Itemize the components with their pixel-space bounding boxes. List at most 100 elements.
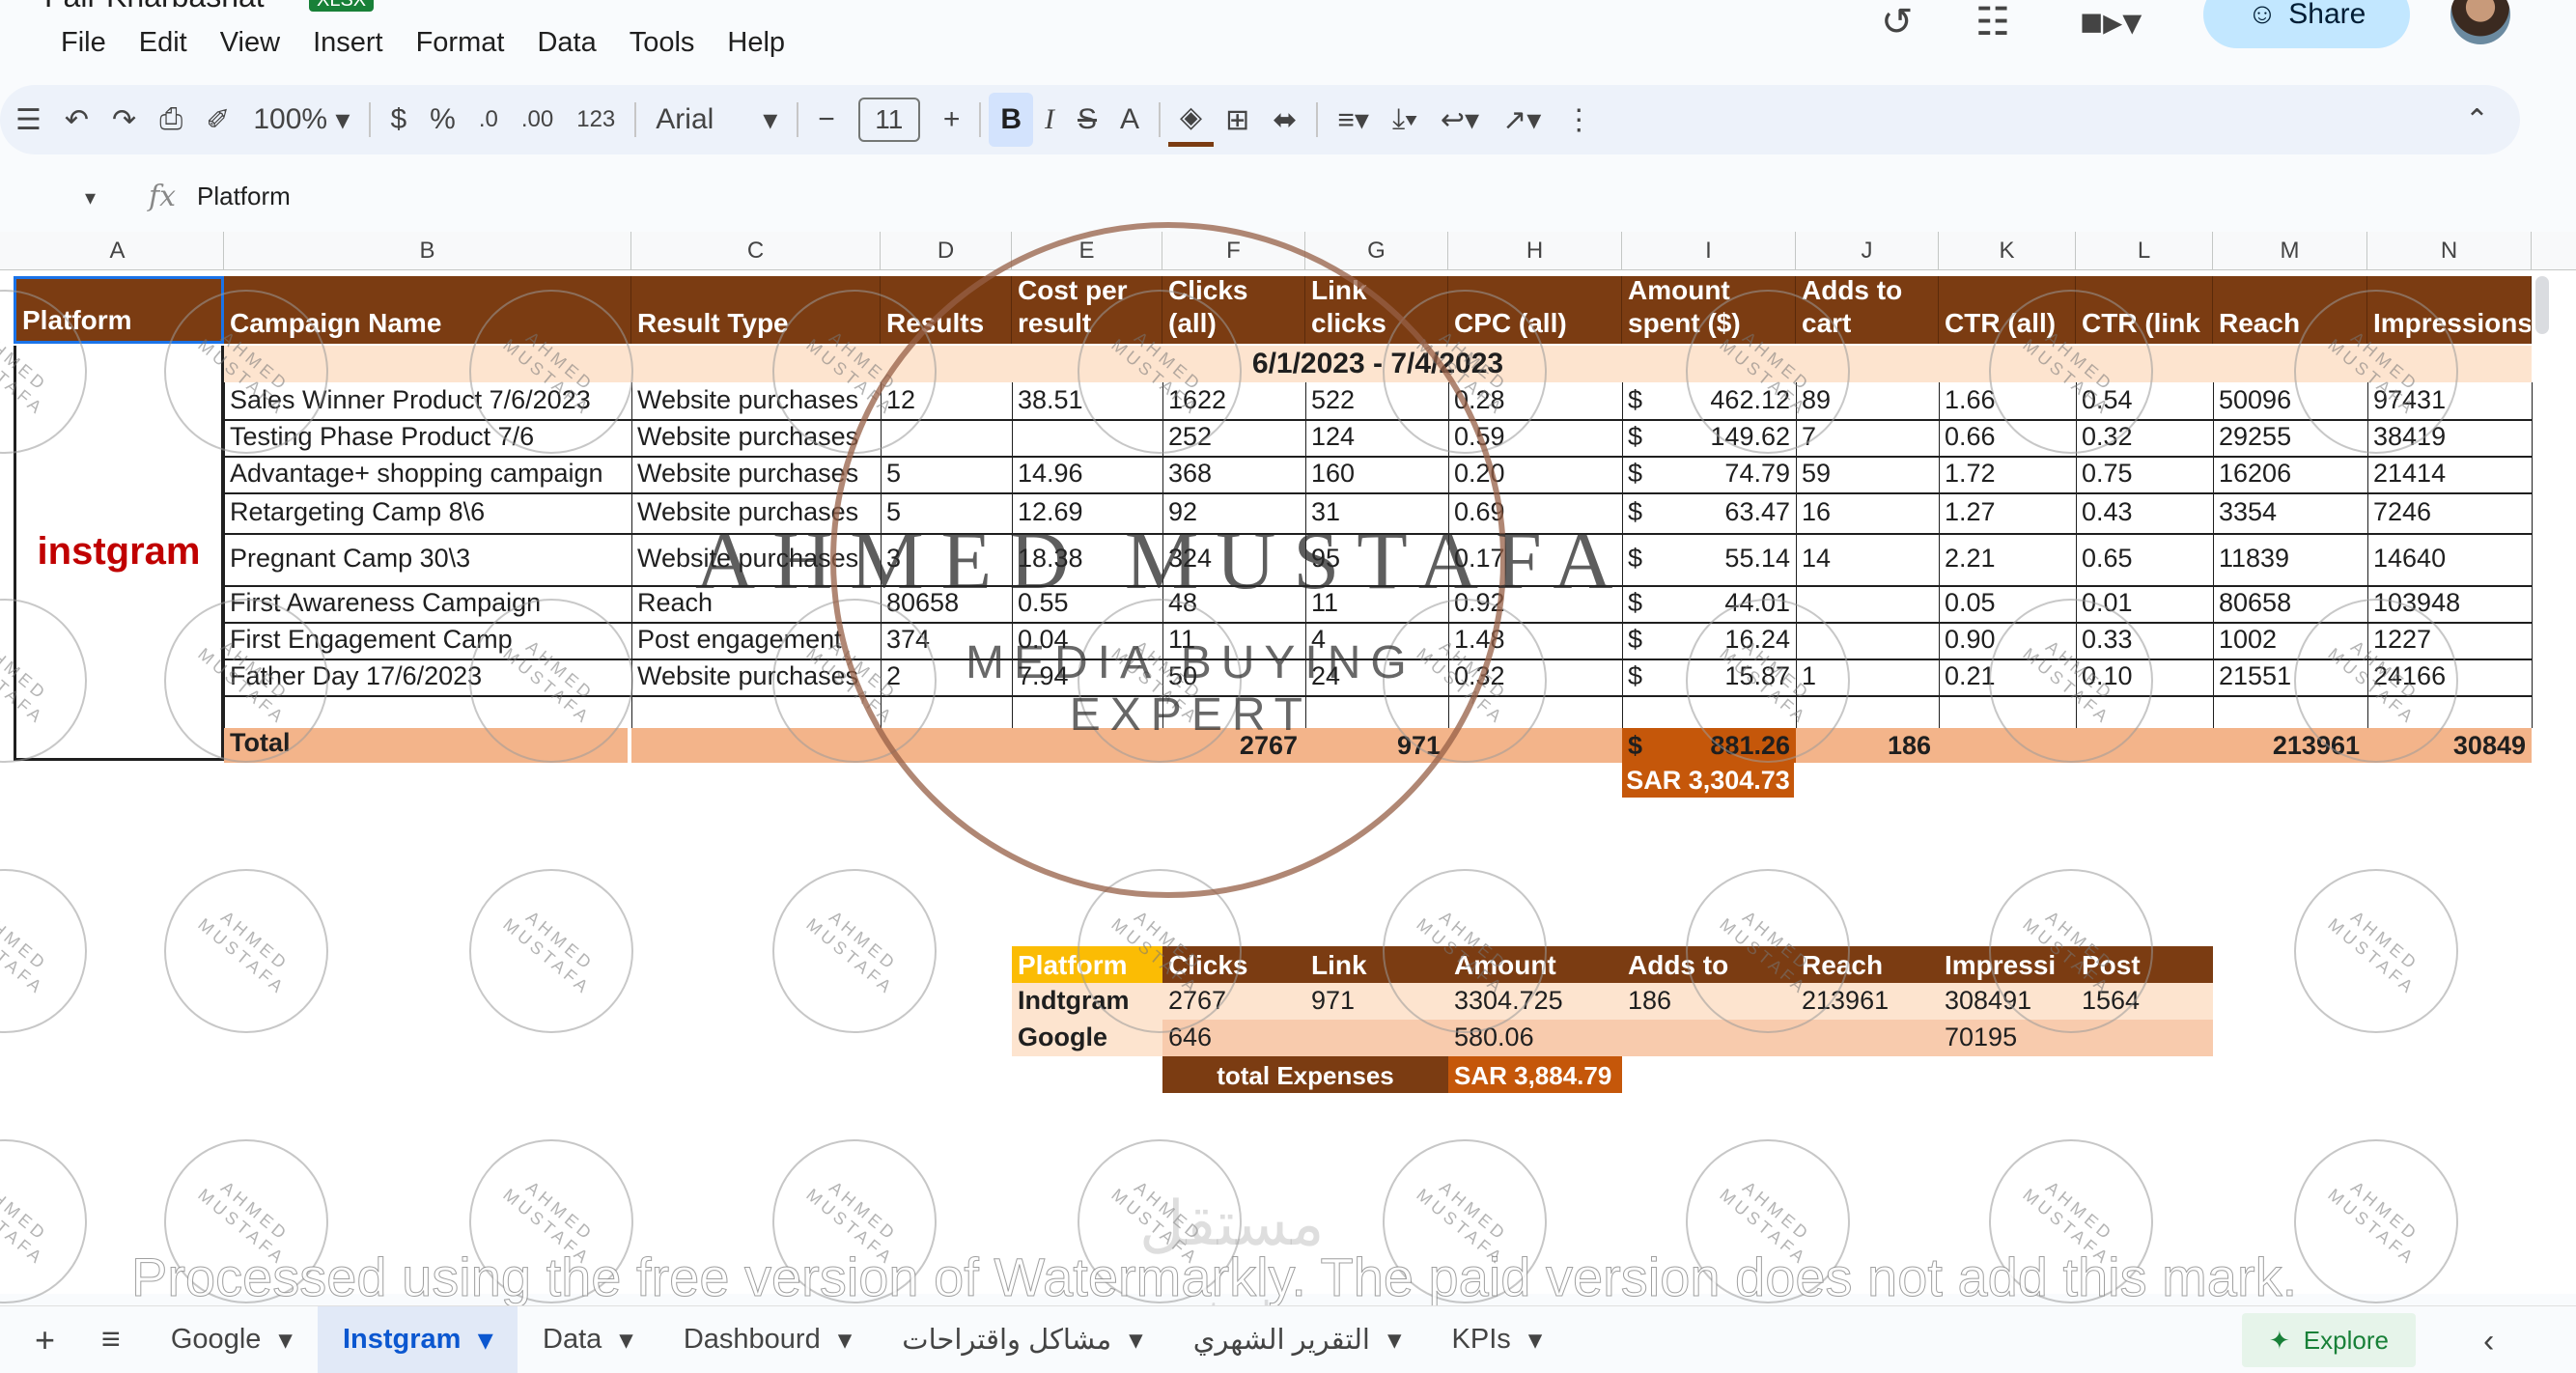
cell-result-type[interactable]: Post engagement (631, 622, 881, 658)
cell-results[interactable]: 80658 (881, 585, 1012, 622)
summary-cell-impressions[interactable]: 308491 (1939, 983, 2076, 1020)
collapse-toolbar-icon[interactable]: ⌃ (2453, 93, 2501, 147)
col-header-I[interactable]: I (1622, 232, 1796, 270)
summary-header-amount[interactable]: Amount (1448, 946, 1622, 983)
cell-results[interactable]: 12 (881, 382, 1012, 419)
cell-ctr-link[interactable]: 0.01 (2076, 585, 2213, 622)
font-size-increase-icon[interactable]: + (932, 93, 972, 147)
vertical-align-icon[interactable]: ⤓▾ (1381, 93, 1429, 147)
cell-results[interactable]: 374 (881, 622, 1012, 658)
explore-button[interactable]: ✦ Explore (2242, 1313, 2416, 1367)
paint-format-icon[interactable]: ✐ (194, 93, 241, 147)
font-select[interactable]: Arial ▾ (644, 93, 789, 147)
cell-cost-per-result[interactable]: 0.55 (1012, 585, 1162, 622)
col-header-K[interactable]: K (1939, 232, 2076, 270)
redo-icon[interactable]: ↷ (100, 93, 148, 147)
cell-reach[interactable]: 29255 (2213, 419, 2367, 456)
cell-currency[interactable]: $ (1622, 456, 1680, 492)
cell-campaign[interactable]: Testing Phase Product 7/6 (224, 419, 631, 456)
cell-clicks[interactable]: 92 (1162, 492, 1305, 533)
col-header-G[interactable]: G (1305, 232, 1448, 270)
cell-reach[interactable]: 16206 (2213, 456, 2367, 492)
cell-currency[interactable]: $ (1622, 622, 1680, 658)
menu-format[interactable]: Format (400, 23, 521, 63)
add-sheet-icon[interactable]: + (0, 1306, 76, 1373)
summary-header-link[interactable]: Link (1305, 946, 1448, 983)
summary-cell-platform[interactable]: Indtgram (1012, 983, 1162, 1020)
italic-button[interactable]: I (1033, 93, 1066, 147)
sheet-grid[interactable]: A B C D E F G H I J K L M N Platform Cam… (0, 222, 2576, 1303)
cell-cost-per-result[interactable]: 38.51 (1012, 382, 1162, 419)
cell-ctr[interactable]: 0.05 (1939, 585, 2076, 622)
percent-button[interactable]: % (418, 93, 467, 147)
menu-insert[interactable]: Insert (296, 23, 400, 63)
cell-ctr[interactable]: 2.21 (1939, 533, 2076, 585)
header-cpc-all[interactable]: CPC (all) (1448, 276, 1622, 344)
summary-header-reach[interactable]: Reach (1796, 946, 1939, 983)
cell-impressions[interactable]: 24166 (2367, 658, 2532, 695)
cell-clicks[interactable]: 48 (1162, 585, 1305, 622)
summary-cell-adds[interactable] (1622, 1020, 1796, 1056)
cell-currency[interactable]: $ (1622, 658, 1680, 695)
text-wrap-icon[interactable]: ↩▾ (1429, 93, 1491, 147)
cell-link-clicks[interactable]: 31 (1305, 492, 1448, 533)
col-header-D[interactable]: D (881, 232, 1012, 270)
cell-adds[interactable]: 1 (1796, 658, 1939, 695)
cell-reach[interactable]: 11839 (2213, 533, 2367, 585)
summary-cell-post[interactable] (2076, 1020, 2213, 1056)
meet-icon[interactable]: ■▸▾ (2080, 0, 2142, 44)
cell-link-clicks[interactable]: 522 (1305, 382, 1448, 419)
cell-results[interactable] (881, 419, 1012, 456)
cell-link-clicks[interactable]: 11 (1305, 585, 1448, 622)
strikethrough-button[interactable]: S (1066, 93, 1108, 147)
summary-header-adds[interactable]: Adds to (1622, 946, 1796, 983)
cell-cpc[interactable]: 0.92 (1448, 585, 1622, 622)
number-format-button[interactable]: 123 (565, 93, 627, 147)
all-sheets-icon[interactable]: ≡ (76, 1306, 146, 1373)
cell-amount[interactable]: 44.01 (1680, 585, 1796, 622)
date-range-row[interactable]: 6/1/2023 - 7/4/2023 (224, 346, 2532, 382)
cell-ctr-link[interactable]: 0.54 (2076, 382, 2213, 419)
cell-impressions[interactable]: 7246 (2367, 492, 2532, 533)
col-header-C[interactable]: C (631, 232, 881, 270)
header-result-type[interactable]: Result Type (631, 276, 881, 344)
summary-cell-adds[interactable]: 186 (1622, 983, 1796, 1020)
name-box-dropdown-icon[interactable]: ▾ (85, 185, 96, 210)
cell-link-clicks[interactable]: 160 (1305, 456, 1448, 492)
decrease-decimal-button[interactable]: .0 (467, 93, 510, 147)
cell-campaign[interactable]: Sales Winner Product 7/6/2023 (224, 382, 631, 419)
merge-cells-icon[interactable]: ⬌ (1261, 93, 1308, 147)
cell-amount[interactable]: 462.12 (1680, 382, 1796, 419)
total-clicks[interactable]: 2767 (1162, 728, 1303, 763)
cell-result-type[interactable]: Reach (631, 585, 881, 622)
header-adds-to-cart[interactable]: Adds to cart (1796, 276, 1939, 344)
horizontal-align-icon[interactable]: ≡▾ (1326, 93, 1381, 147)
cell-adds[interactable]: 7 (1796, 419, 1939, 456)
cell-link-clicks[interactable]: 95 (1305, 533, 1448, 585)
cell-result-type[interactable]: Website purchases (631, 456, 881, 492)
cell-link-clicks[interactable]: 4 (1305, 622, 1448, 658)
cell-cost-per-result[interactable] (1012, 419, 1162, 456)
collapse-side-panel-icon[interactable]: ‹ (2483, 1323, 2494, 1360)
cell-clicks[interactable]: 50 (1162, 658, 1305, 695)
borders-icon[interactable]: ⊞ (1214, 93, 1261, 147)
document-title[interactable]: Fair Kharbashat (44, 0, 265, 14)
summary-cell-link[interactable] (1305, 1020, 1448, 1056)
cell-reach[interactable]: 1002 (2213, 622, 2367, 658)
col-header-A[interactable]: A (12, 232, 224, 270)
summary-cell-clicks[interactable]: 646 (1162, 1020, 1305, 1056)
history-icon[interactable]: ↺ (1881, 0, 1914, 44)
cell-reach[interactable]: 50096 (2213, 382, 2367, 419)
sheet-tab-instgram[interactable]: Instgram ▾ (317, 1305, 518, 1373)
cell-result-type[interactable]: Website purchases (631, 533, 881, 585)
header-results[interactable]: Results (881, 276, 1012, 344)
cell-cpc[interactable]: 1.48 (1448, 622, 1622, 658)
cell-result-type[interactable]: Website purchases (631, 382, 881, 419)
cell-reach[interactable]: 21551 (2213, 658, 2367, 695)
header-amount-spent[interactable]: Amount spent ($) (1622, 276, 1796, 344)
total-expenses-value[interactable]: SAR 3,884.79 (1448, 1056, 1622, 1093)
cell-adds[interactable] (1796, 622, 1939, 658)
vertical-scrollbar[interactable] (2535, 276, 2549, 334)
undo-icon[interactable]: ↶ (53, 93, 100, 147)
menu-edit[interactable]: Edit (123, 23, 204, 63)
